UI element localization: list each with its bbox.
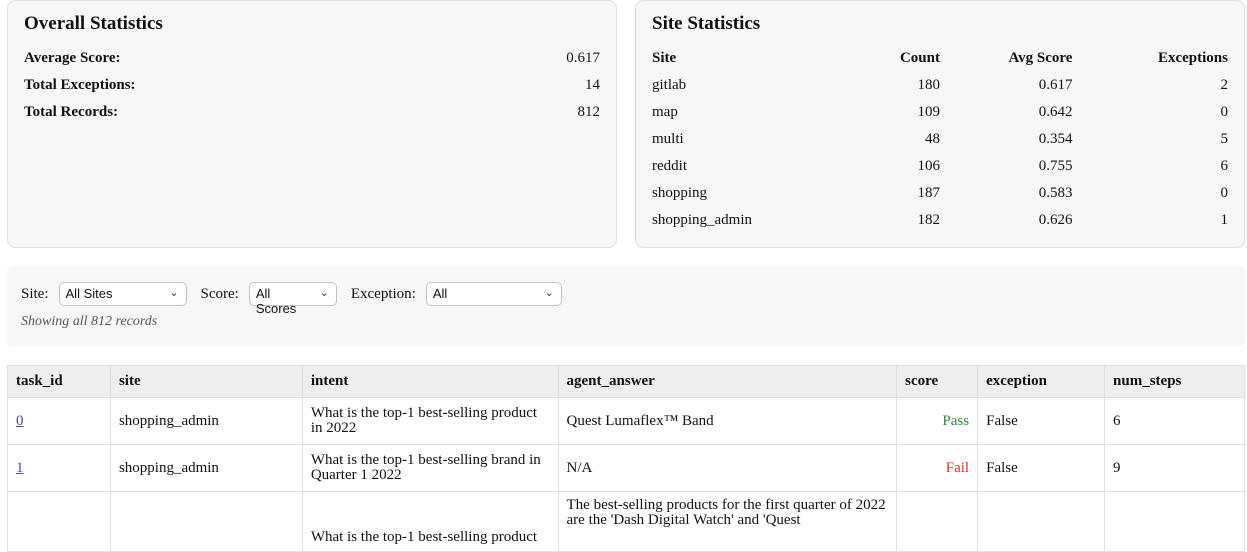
intent-cell: What is the top-1 best-selling product i… xyxy=(301,397,559,445)
site-cell: shopping_admin xyxy=(109,444,303,492)
total-records-value: 812 xyxy=(577,104,601,120)
agent-answer-cell: N/A xyxy=(557,444,898,492)
site-name: multi xyxy=(652,131,684,147)
num-steps-cell xyxy=(1104,491,1245,552)
site-count: 106 xyxy=(917,158,940,174)
average-score-value: 0.617 xyxy=(566,50,600,66)
site-count: 180 xyxy=(917,77,940,93)
score-filter-label: Score: xyxy=(200,285,239,302)
site-row: shopping 187 0.583 0 xyxy=(652,180,1228,207)
site-exceptions: 0 xyxy=(1220,104,1229,120)
exception-cell: False xyxy=(977,397,1106,445)
stat-row-total-exceptions: Total Exceptions: 14 xyxy=(24,72,600,99)
stat-row-total-records: Total Records: 812 xyxy=(24,99,600,126)
score-cell xyxy=(896,491,979,552)
exception-filter-value: All xyxy=(432,286,448,301)
site-cell: shopping_admin xyxy=(109,397,303,445)
site-avg-score: 0.642 xyxy=(1038,104,1073,120)
table-row: 1 shopping_admin What is the top-1 best-… xyxy=(7,444,1245,492)
overall-statistics-title: Overall Statistics xyxy=(24,13,163,34)
task-id-link[interactable]: 1 xyxy=(16,460,24,476)
score-column-header[interactable]: score xyxy=(896,365,979,398)
site-row: multi 48 0.354 5 xyxy=(652,126,1228,153)
records-table: task_id site intent agent_answer score e… xyxy=(7,365,1245,552)
table-row: What is the top-1 best-selling product T… xyxy=(7,491,1245,552)
site-filter-value: All Sites xyxy=(65,286,113,301)
site-exceptions: 5 xyxy=(1220,131,1229,147)
chevron-down-icon: ⌄ xyxy=(169,287,179,299)
site-count: 182 xyxy=(917,212,940,228)
chevron-down-icon: ⌄ xyxy=(544,287,554,299)
site-row: reddit 106 0.755 6 xyxy=(652,153,1228,180)
count-column-header: Count xyxy=(899,50,940,66)
agent-answer-column-header[interactable]: agent_answer xyxy=(557,365,898,398)
site-count: 109 xyxy=(917,104,940,120)
site-avg-score: 0.583 xyxy=(1038,185,1073,201)
site-name: shopping_admin xyxy=(652,212,752,228)
num-steps-column-header[interactable]: num_steps xyxy=(1104,365,1245,398)
site-statistics-title: Site Statistics xyxy=(652,13,761,34)
site-name: reddit xyxy=(652,158,687,174)
exception-filter-select[interactable]: All ⌄ xyxy=(425,282,562,306)
site-row: map 109 0.642 0 xyxy=(652,99,1228,126)
site-statistics-header-row: Site Count Avg Score Exceptions xyxy=(652,45,1228,72)
filter-controls: Site: All Sites ⌄ Score: All Scores ⌄ Ex… xyxy=(21,282,1231,316)
site-column-header[interactable]: site xyxy=(109,365,303,398)
site-exceptions: 0 xyxy=(1220,185,1229,201)
score-cell: Pass xyxy=(896,397,979,445)
site-filter-label: Site: xyxy=(21,285,49,302)
exception-column-header[interactable]: exception xyxy=(977,365,1106,398)
site-cell xyxy=(109,491,303,552)
agent-answer-cell: The best-selling products for the first … xyxy=(557,491,898,552)
exceptions-column-header: Exceptions xyxy=(1157,50,1228,66)
intent-cell: What is the top-1 best-selling product xyxy=(301,491,559,552)
site-name: gitlab xyxy=(652,77,687,93)
intent-column-header[interactable]: intent xyxy=(301,365,559,398)
overall-statistics-card: Overall Statistics Average Score: 0.617 … xyxy=(7,0,617,248)
records-header-row: task_id site intent agent_answer score e… xyxy=(7,365,1245,398)
records-count-text: Showing all 812 records xyxy=(21,314,158,329)
exception-cell: False xyxy=(977,444,1106,492)
site-exceptions: 6 xyxy=(1220,158,1229,174)
agent-answer-cell: Quest Lumaflex™ Band xyxy=(557,397,898,445)
site-count: 48 xyxy=(924,131,940,147)
site-avg-score: 0.755 xyxy=(1038,158,1073,174)
site-row: shopping_admin 182 0.626 1 xyxy=(652,207,1228,234)
exception-cell xyxy=(977,491,1106,552)
site-avg-score: 0.617 xyxy=(1038,77,1073,93)
site-name: shopping xyxy=(652,185,708,201)
site-row: gitlab 180 0.617 2 xyxy=(652,72,1228,99)
chevron-down-icon: ⌄ xyxy=(319,287,329,299)
score-cell: Fail xyxy=(896,444,979,492)
site-statistics-card: Site Statistics Site Count Avg Score Exc… xyxy=(635,0,1245,248)
num-steps-cell: 9 xyxy=(1104,444,1245,492)
task-id-link[interactable]: 0 xyxy=(16,413,24,429)
avg-score-column-header: Avg Score xyxy=(1008,50,1073,66)
stat-row-average-score: Average Score: 0.617 xyxy=(24,45,600,72)
site-exceptions: 2 xyxy=(1220,77,1229,93)
score-filter-value: All Scores xyxy=(255,286,297,316)
num-steps-cell: 6 xyxy=(1104,397,1245,445)
site-filter-select[interactable]: All Sites ⌄ xyxy=(58,282,187,306)
filter-bar: Site: All Sites ⌄ Score: All Scores ⌄ Ex… xyxy=(7,266,1245,346)
score-filter-select[interactable]: All Scores ⌄ xyxy=(248,282,337,316)
site-count: 187 xyxy=(917,185,940,201)
total-exceptions-value: 14 xyxy=(585,77,600,93)
table-row: 0 shopping_admin What is the top-1 best-… xyxy=(7,397,1245,445)
site-avg-score: 0.626 xyxy=(1038,212,1073,228)
average-score-label: Average Score: xyxy=(24,50,121,66)
exception-filter-label: Exception: xyxy=(350,285,416,302)
site-statistics-table: Site Count Avg Score Exceptions gitlab 1… xyxy=(652,45,1228,234)
site-exceptions: 1 xyxy=(1220,212,1229,228)
site-name: map xyxy=(652,104,678,120)
total-records-label: Total Records: xyxy=(24,104,119,120)
site-column-header: Site xyxy=(652,50,677,66)
site-avg-score: 0.354 xyxy=(1038,131,1073,147)
total-exceptions-label: Total Exceptions: xyxy=(24,77,136,93)
intent-cell: What is the top-1 best-selling brand in … xyxy=(301,444,559,492)
task-id-column-header[interactable]: task_id xyxy=(7,365,111,398)
